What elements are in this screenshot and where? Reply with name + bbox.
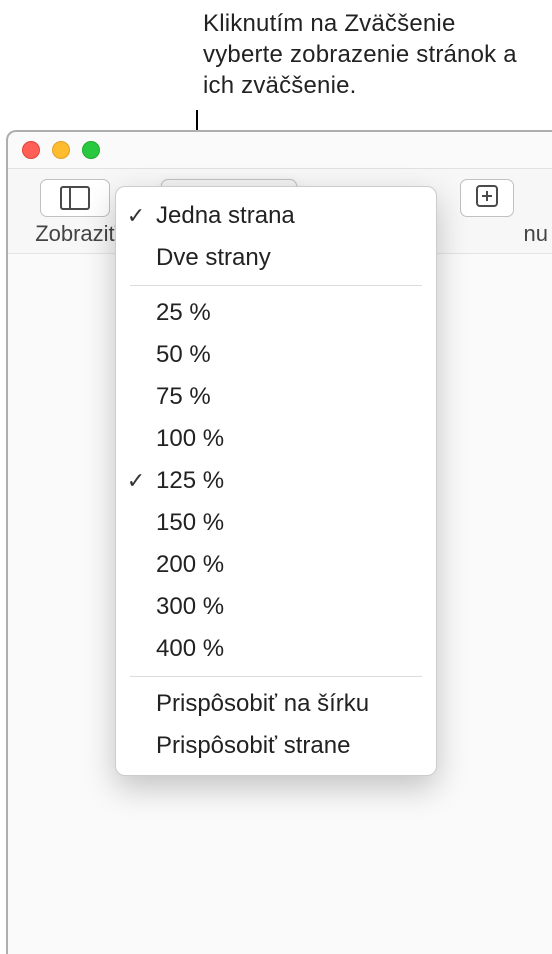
menu-item-one-page[interactable]: ✓ Jedna strana [116, 195, 436, 237]
menu-item-zoom-400[interactable]: 400 % [116, 628, 436, 670]
menu-item-two-pages[interactable]: Dve strany [116, 237, 436, 279]
menu-item-zoom-300[interactable]: 300 % [116, 586, 436, 628]
menu-item-label: 200 % [156, 544, 436, 586]
menu-item-zoom-150[interactable]: 150 % [116, 502, 436, 544]
menu-separator [130, 676, 422, 677]
titlebar [8, 132, 552, 169]
menu-item-label: Prispôsobiť strane [156, 725, 436, 767]
checkmark-icon: ✓ [116, 195, 156, 237]
menu-item-label: Dve strany [156, 237, 436, 279]
menu-separator [130, 285, 422, 286]
menu-item-zoom-75[interactable]: 75 % [116, 376, 436, 418]
menu-item-label: 125 % [156, 460, 436, 502]
menu-item-label: 25 % [156, 292, 436, 334]
fullscreen-icon[interactable] [82, 141, 100, 159]
add-page-button[interactable] [460, 179, 514, 217]
add-button-label-fragment: nu [428, 221, 548, 247]
menu-item-label: 400 % [156, 628, 436, 670]
menu-item-label: Prispôsobiť na šírku [156, 683, 436, 725]
menu-item-zoom-125[interactable]: ✓125 % [116, 460, 436, 502]
menu-item-label: Jedna strana [156, 195, 436, 237]
menu-item-zoom-200[interactable]: 200 % [116, 544, 436, 586]
sidebar-icon [60, 186, 90, 210]
menu-item-label: 50 % [156, 334, 436, 376]
menu-item-zoom-100[interactable]: 100 % [116, 418, 436, 460]
close-icon[interactable] [22, 141, 40, 159]
menu-item-fit-width[interactable]: Prispôsobiť na šírku [116, 683, 436, 725]
menu-item-label: 75 % [156, 376, 436, 418]
menu-item-label: 300 % [156, 586, 436, 628]
plus-box-icon [475, 184, 499, 213]
checkmark-icon: ✓ [116, 460, 156, 502]
minimize-icon[interactable] [52, 141, 70, 159]
zoom-dropdown-menu: ✓ Jedna strana Dve strany 25 % 50 % 75 %… [115, 186, 437, 776]
menu-item-label: 150 % [156, 502, 436, 544]
callout-text: Kliknutím na Zväčšenie vyberte zobrazeni… [203, 8, 533, 101]
menu-item-zoom-50[interactable]: 50 % [116, 334, 436, 376]
view-button[interactable] [40, 179, 110, 217]
menu-item-fit-page[interactable]: Prispôsobiť strane [116, 725, 436, 767]
menu-item-label: 100 % [156, 418, 436, 460]
menu-item-zoom-25[interactable]: 25 % [116, 292, 436, 334]
